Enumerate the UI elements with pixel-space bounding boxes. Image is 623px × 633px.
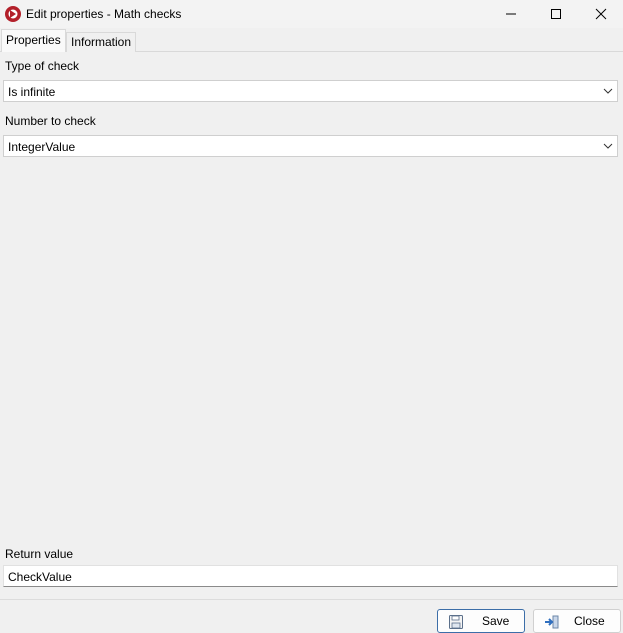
close-button[interactable]: Close bbox=[533, 609, 621, 633]
floppy-disk-icon bbox=[449, 615, 463, 629]
minimize-icon bbox=[506, 13, 516, 15]
close-icon bbox=[595, 8, 607, 20]
return-value-input[interactable]: CheckValue bbox=[3, 565, 618, 587]
app-logo-icon bbox=[5, 6, 21, 22]
title-bar: Edit properties - Math checks bbox=[0, 0, 623, 28]
chevron-down-icon bbox=[603, 88, 613, 94]
save-button-label: Save bbox=[482, 614, 510, 628]
return-value-text: CheckValue bbox=[8, 570, 72, 584]
number-to-check-value: IntegerValue bbox=[8, 140, 76, 154]
return-value-label: Return value bbox=[5, 547, 74, 561]
maximize-icon bbox=[551, 9, 561, 19]
type-of-check-dropdown[interactable]: Is infinite bbox=[3, 80, 618, 102]
type-of-check-value: Is infinite bbox=[8, 85, 56, 99]
tab-properties[interactable]: Properties bbox=[1, 29, 66, 52]
number-to-check-label: Number to check bbox=[5, 114, 96, 128]
chevron-down-icon bbox=[603, 143, 613, 149]
minimize-button[interactable] bbox=[488, 0, 534, 28]
tab-information[interactable]: Information bbox=[66, 32, 137, 52]
close-button-label: Close bbox=[574, 614, 605, 628]
close-window-button[interactable] bbox=[578, 0, 623, 28]
footer-divider bbox=[0, 599, 623, 600]
save-button[interactable]: Save bbox=[437, 609, 525, 633]
maximize-button[interactable] bbox=[533, 0, 579, 28]
number-to-check-dropdown[interactable]: IntegerValue bbox=[3, 135, 618, 157]
exit-arrow-icon bbox=[545, 615, 559, 629]
window-title: Edit properties - Math checks bbox=[26, 7, 182, 21]
type-of-check-label: Type of check bbox=[5, 59, 80, 73]
